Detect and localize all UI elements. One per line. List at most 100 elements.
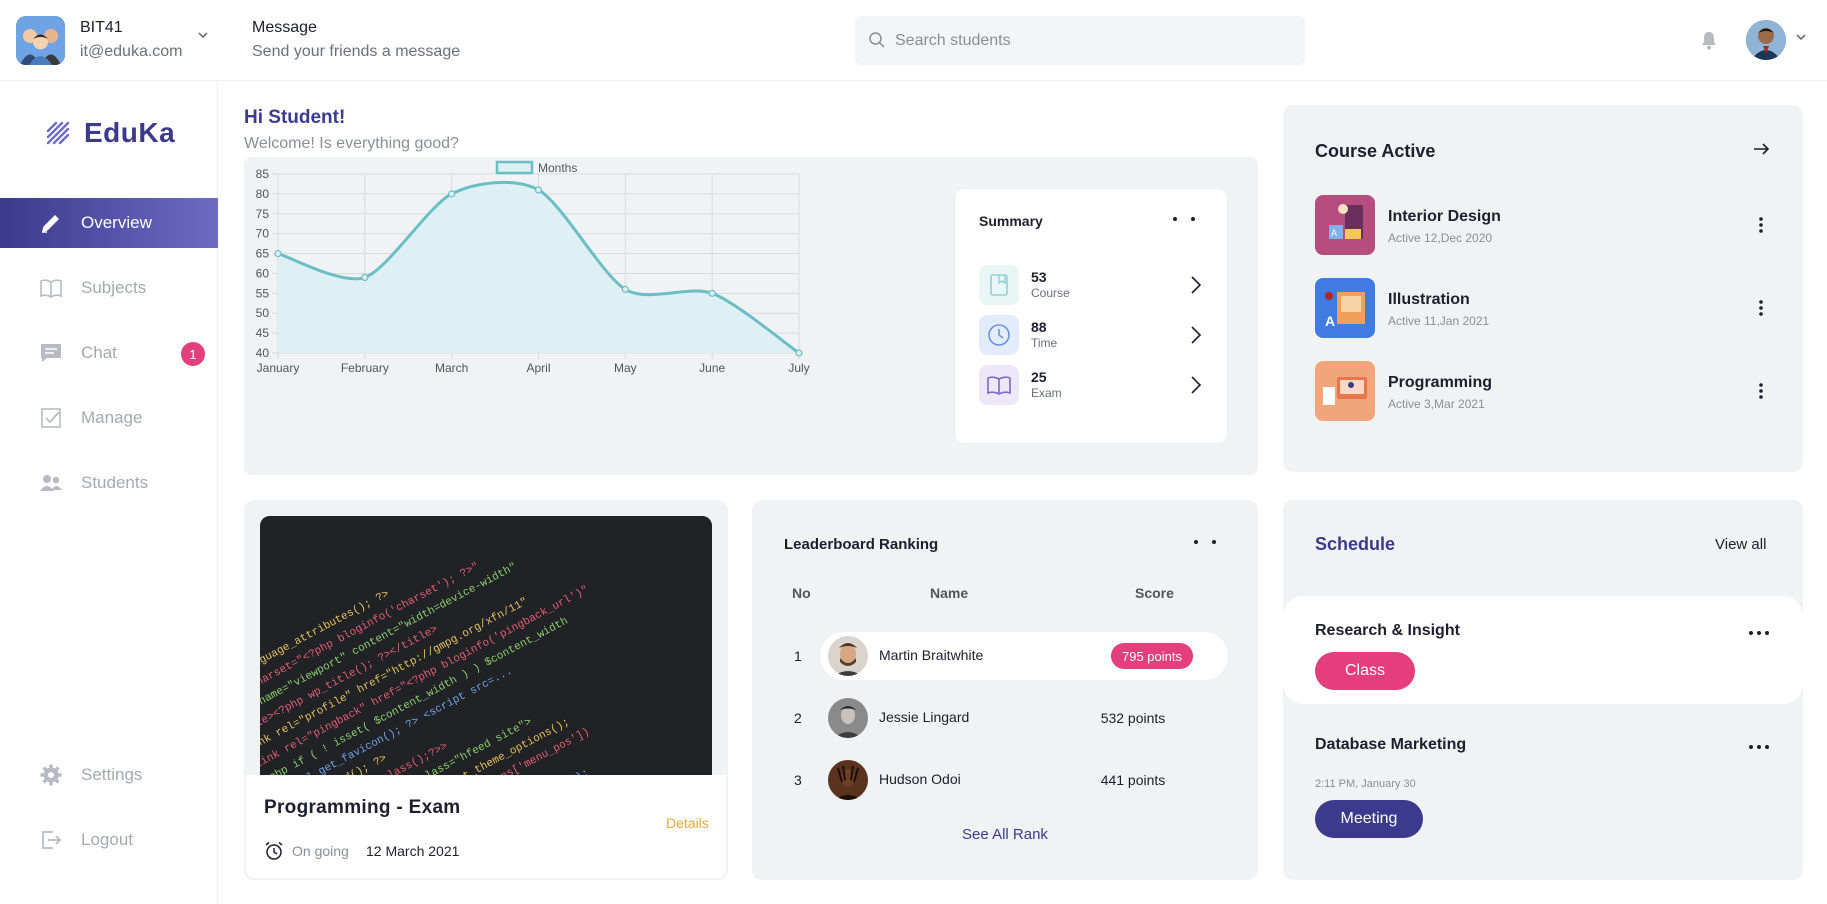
- area-fill: [278, 182, 799, 353]
- y-tick-label: 50: [256, 306, 270, 320]
- course-active-card: Course Active A Interior Design Active 1…: [1283, 105, 1803, 472]
- details-link[interactable]: Details: [666, 815, 709, 831]
- chevron-right-icon[interactable]: [1189, 375, 1203, 395]
- summary-panel: Summary 53 Course 88 Time 25 Exam: [954, 188, 1228, 444]
- open-book-icon: [979, 365, 1019, 405]
- exam-info: Programming - Exam Details On going 12 M…: [246, 775, 726, 878]
- course-item[interactable]: A Illustration Active 11,Jan 2021: [1315, 278, 1775, 338]
- more-options-icon[interactable]: [1186, 532, 1222, 552]
- kebab-menu-icon[interactable]: [1751, 215, 1771, 235]
- course-date: Active 12,Dec 2020: [1388, 231, 1493, 245]
- avatar: [828, 760, 868, 800]
- see-all-rank-link[interactable]: See All Rank: [752, 826, 1258, 843]
- overview-chart-card: 85 80 75 70 65 60 55 50 45 40 January February March…: [244, 157, 1258, 475]
- chevron-right-icon[interactable]: [1189, 325, 1203, 345]
- course-item[interactable]: A Interior Design Active 12,Dec 2020: [1315, 195, 1775, 255]
- course-date: Active 3,Mar 2021: [1388, 397, 1485, 411]
- meeting-tag-button[interactable]: Meeting: [1315, 800, 1423, 838]
- y-tick-label: 45: [256, 326, 270, 340]
- kebab-menu-icon[interactable]: [1751, 298, 1771, 318]
- data-point: [708, 289, 716, 297]
- sidebar-item-students[interactable]: Students: [0, 458, 218, 508]
- search-input[interactable]: [895, 16, 1295, 65]
- svg-text:A: A: [1331, 228, 1337, 238]
- pencil-icon: [42, 215, 59, 233]
- summary-value: 88: [1031, 319, 1047, 335]
- sidebar-item-label: Overview: [81, 213, 152, 232]
- greeting-title: Hi Student!: [244, 107, 346, 128]
- more-horizontal-icon[interactable]: [1747, 742, 1771, 752]
- data-point: [621, 285, 629, 293]
- y-tick-label: 55: [256, 286, 270, 300]
- summary-label: Time: [1031, 336, 1058, 350]
- summary-row-course[interactable]: 53 Course: [979, 265, 1209, 305]
- schedule-title: Schedule: [1315, 534, 1396, 554]
- class-tag-button[interactable]: Class: [1315, 652, 1415, 690]
- summary-title: Summary: [979, 213, 1043, 229]
- summary-row-time[interactable]: 88 Time: [979, 315, 1209, 355]
- team-name: BIT41: [80, 19, 123, 36]
- sidebar-bottom-nav: Settings Logout: [0, 750, 218, 880]
- course-active-title: Course Active: [1315, 141, 1436, 161]
- sidebar-item-logout[interactable]: Logout: [0, 815, 218, 865]
- schedule-item-time: 2:11 PM, January 30: [1315, 778, 1416, 790]
- programming-thumbnail: [1315, 361, 1375, 421]
- chevron-down-icon[interactable]: [1794, 30, 1808, 44]
- schedule-item[interactable]: Research & Insight Class: [1283, 596, 1803, 704]
- leaderboard-row[interactable]: 3 Hudson Odoi 441 points: [784, 756, 1230, 804]
- x-tick-label: February: [341, 361, 389, 375]
- bookmark-book-icon: [979, 265, 1019, 305]
- x-tick-label: April: [526, 361, 550, 375]
- legend-label: Months: [538, 161, 577, 175]
- y-tick-label: 75: [256, 207, 270, 221]
- exam-status: On going: [292, 843, 349, 859]
- score: 532 points: [1100, 710, 1166, 726]
- course-name: Interior Design: [1388, 208, 1501, 225]
- team-email: it@eduka.com: [80, 43, 183, 60]
- brand-logo[interactable]: EduKa: [44, 117, 175, 149]
- more-options-icon[interactable]: [1165, 209, 1201, 229]
- chevron-down-icon[interactable]: [196, 28, 210, 42]
- sidebar-item-settings[interactable]: Settings: [0, 750, 218, 800]
- column-header-score: Score: [1135, 585, 1174, 601]
- alarm-clock-icon: [265, 841, 283, 860]
- view-all-link[interactable]: View all: [1715, 536, 1766, 553]
- sidebar-item-subjects[interactable]: Subjects: [0, 263, 218, 313]
- clock-icon: [979, 315, 1019, 355]
- summary-label: Course: [1031, 286, 1070, 300]
- arrow-right-icon[interactable]: [1751, 139, 1771, 159]
- user-avatar[interactable]: [1746, 20, 1786, 60]
- bell-icon[interactable]: [1700, 30, 1718, 50]
- greeting-subtitle: Welcome! Is everything good?: [244, 135, 459, 152]
- message-title[interactable]: Message: [252, 19, 317, 37]
- illustration-thumbnail: A: [1315, 278, 1375, 338]
- leaderboard-row[interactable]: 2 Jessie Lingard 532 points: [784, 694, 1230, 742]
- y-tick-label: 80: [256, 187, 270, 201]
- student-name: Jessie Lingard: [879, 709, 970, 725]
- column-header-name: Name: [930, 585, 969, 601]
- x-tick-label: January: [257, 361, 300, 375]
- leaderboard-row[interactable]: 1 Martin Braitwhite 795 points: [784, 632, 1230, 680]
- course-item[interactable]: Programming Active 3,Mar 2021: [1315, 361, 1775, 421]
- summary-value: 25: [1031, 369, 1047, 385]
- chat-badge: 1: [181, 342, 205, 366]
- kebab-menu-icon[interactable]: [1751, 381, 1771, 401]
- more-horizontal-icon[interactable]: [1747, 628, 1771, 638]
- summary-row-exam[interactable]: 25 Exam: [979, 365, 1209, 405]
- sidebar-item-chat[interactable]: Chat 1: [0, 328, 218, 378]
- svg-text:A: A: [1325, 313, 1335, 329]
- legend-swatch: [495, 160, 534, 175]
- message-subtitle: Send your friends a message: [252, 43, 461, 60]
- sidebar-item-overview[interactable]: Overview: [0, 198, 218, 248]
- course-name: Programming: [1388, 374, 1493, 391]
- team-avatar[interactable]: [16, 16, 65, 65]
- sidebar-nav: Overview Subjects Chat 1 Manage Students: [0, 198, 218, 523]
- data-point: [534, 186, 543, 194]
- chevron-right-icon[interactable]: [1189, 275, 1203, 295]
- code-screenshot-image: <?php language_attributes(); ?> <meta ch…: [260, 516, 712, 776]
- sidebar-item-manage[interactable]: Manage: [0, 393, 218, 443]
- summary-label: Exam: [1031, 386, 1062, 400]
- schedule-item-name: Database Marketing: [1315, 736, 1467, 753]
- sidebar: EduKa Overview Subjects Chat 1 Manage St…: [0, 81, 218, 904]
- exam-card: <?php language_attributes(); ?> <meta ch…: [244, 500, 728, 880]
